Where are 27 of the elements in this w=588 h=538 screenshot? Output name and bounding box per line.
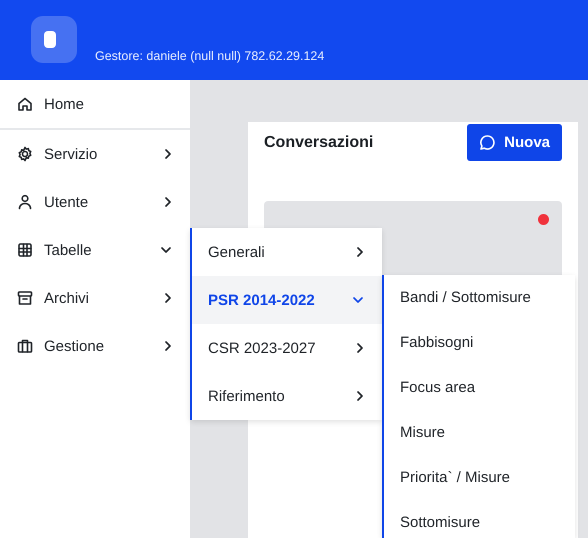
briefcase-icon xyxy=(16,337,34,355)
manager-info: Gestore: daniele (null null) 782.62.29.124 xyxy=(95,49,324,63)
table-icon xyxy=(16,241,34,259)
nav-item[interactable]: Archivi xyxy=(0,274,190,322)
menu-item[interactable]: Misure xyxy=(384,410,575,455)
menu-item[interactable]: PSR 2014-2022 xyxy=(192,276,382,324)
menu-item[interactable]: Generali xyxy=(192,228,382,276)
chat-bubble-icon xyxy=(479,134,496,151)
nav-item[interactable]: Tabelle xyxy=(0,226,190,274)
nav-item[interactable]: Servizio xyxy=(0,130,190,178)
new-button[interactable]: Nuova xyxy=(467,124,562,161)
nav-item[interactable]: Gestione xyxy=(0,322,190,370)
panel-title: Conversazioni xyxy=(264,134,374,152)
logo-icon xyxy=(31,16,77,63)
home-icon xyxy=(16,95,34,113)
menu-item[interactable]: Bandi / Sottomisure xyxy=(384,275,575,320)
menu-item[interactable]: CSR 2023-2027 xyxy=(192,324,382,372)
menu-item[interactable]: Fabbisogni xyxy=(384,320,575,365)
menu-item[interactable]: Sottomisure xyxy=(384,500,575,538)
menu-item[interactable]: Riferimento xyxy=(192,372,382,420)
archive-icon xyxy=(16,289,34,307)
user-icon xyxy=(16,193,34,211)
nav-item[interactable]: Home xyxy=(0,80,147,128)
menu-item[interactable]: Priorita` / Misure xyxy=(384,455,575,500)
gear-icon xyxy=(16,145,34,163)
nav-item[interactable]: Utente xyxy=(0,178,190,226)
menu-item[interactable]: Focus area xyxy=(384,365,575,410)
